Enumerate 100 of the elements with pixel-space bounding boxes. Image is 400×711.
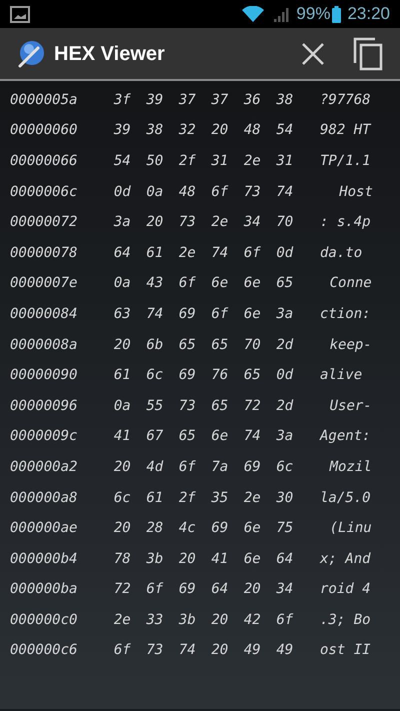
- hex-cell-text: 30: [275, 488, 294, 508]
- hex-cell-text: 65: [178, 427, 197, 446]
- ascii-cell-text: ction:: [320, 304, 371, 324]
- hex-cell-text: 41: [112, 427, 132, 446]
- hex-cell-text: 31: [210, 152, 230, 171]
- hex-cell-text: 73: [178, 396, 197, 416]
- hex-cell-text: 4d: [145, 458, 164, 477]
- hex-cell-text: 0d: [275, 244, 294, 263]
- hex-cell-text: 6c: [275, 458, 294, 477]
- hex-cell-text: 78: [112, 550, 132, 569]
- ascii-cell-text: alive: [320, 366, 362, 386]
- ascii-cell-text: Agent:: [320, 427, 371, 446]
- hex-cell-text: 54: [112, 152, 132, 171]
- ascii-cell-text: ost II: [320, 641, 371, 660]
- hex-cell-text: 64: [210, 580, 230, 600]
- offset-cell-text: 0000009c: [10, 427, 78, 446]
- hex-cell-text: 0a: [145, 182, 164, 202]
- hex-cell-text: 69: [178, 580, 197, 600]
- hex-cell-text: 34: [275, 580, 294, 600]
- hex-cell-text: 74: [178, 641, 197, 660]
- hex-cell-text: 61: [145, 244, 164, 263]
- hex-cell-text: 49: [242, 641, 262, 660]
- hex-cell-text: 6c: [145, 366, 164, 386]
- hex-cell-text: 6f: [242, 244, 262, 263]
- offset-cell-text: 0000006c: [10, 182, 78, 202]
- hex-cell-text: 6f: [210, 304, 230, 324]
- hex-cell-text: 39: [145, 90, 164, 110]
- ascii-cell-text: Host: [339, 182, 373, 202]
- hex-cell-text: 43: [145, 274, 164, 294]
- hex-cell-text: 69: [210, 519, 230, 538]
- ascii-cell-text: TP/1.1: [320, 152, 371, 171]
- wifi-icon: [242, 6, 264, 22]
- hex-cell-text: 42: [242, 610, 262, 630]
- ascii-cell-text: .3; Bo: [320, 610, 371, 630]
- offset-cell-text: 00000090: [10, 366, 78, 386]
- ascii-cell-text: 982 HT: [320, 121, 371, 140]
- hex-cell-text: 3a: [112, 213, 132, 232]
- hex-cell-text: 6e: [210, 274, 230, 294]
- hex-cell-text: 6e: [242, 274, 262, 294]
- hex-cell-text: 20: [210, 641, 230, 660]
- hex-cell-text: 2e: [112, 610, 132, 630]
- copy-button[interactable]: [352, 36, 384, 70]
- hex-cell-text: 6b: [145, 336, 164, 355]
- hex-cell-text: 2e: [210, 213, 230, 232]
- hex-cell-text: 6f: [178, 274, 197, 294]
- clock-time: 23:20: [347, 3, 390, 26]
- hex-cell-text: 74: [242, 427, 262, 446]
- hex-cell-text: 41: [210, 550, 230, 569]
- hex-cell-text: 6f: [178, 458, 197, 477]
- hex-cell-text: 3b: [145, 550, 164, 569]
- hex-cell-text: 54: [275, 121, 294, 140]
- hex-cell-text: 3b: [178, 610, 197, 630]
- ascii-cell-text: x; And: [320, 550, 371, 569]
- hex-cell-text: 7a: [210, 458, 230, 477]
- hex-cell-text: 6e: [210, 427, 230, 446]
- hex-cell-text: 70: [275, 213, 294, 232]
- battery-percentage: 99%: [296, 3, 330, 26]
- hex-cell-text: 20: [242, 580, 262, 600]
- battery-icon: [332, 6, 342, 22]
- hex-cell-text: 73: [145, 641, 164, 660]
- offset-cell-text: 000000a2: [10, 458, 78, 477]
- hex-cell-text: 69: [178, 304, 197, 324]
- hex-cell-text: 2e: [242, 152, 262, 171]
- hex-cell-text: 6c: [112, 488, 132, 508]
- hex-cell-text: 2f: [178, 488, 197, 508]
- hex-cell-text: 65: [210, 336, 230, 355]
- signal-icon: [274, 6, 290, 22]
- hex-cell-text: 20: [112, 519, 132, 538]
- offset-cell-text: 0000007e: [10, 274, 78, 294]
- hex-cell-text: 55: [145, 396, 164, 416]
- hex-cell-text: 0a: [112, 274, 132, 294]
- hex-cell-text: 37: [210, 90, 230, 110]
- offset-cell-text: 000000c0: [10, 610, 78, 630]
- hex-cell-text: 73: [242, 182, 262, 202]
- hex-cell-text: 20: [178, 550, 197, 569]
- hex-cell-text: 20: [210, 121, 230, 140]
- ascii-cell-text: la/5.0: [320, 488, 371, 508]
- hex-cell-text: 4c: [178, 519, 197, 538]
- offset-cell-text: 0000005a: [10, 90, 78, 110]
- hex-cell-text: 38: [145, 121, 164, 140]
- hex-cell-text: 2d: [275, 396, 294, 416]
- hex-cell-text: 61: [112, 366, 132, 386]
- hex-cell-text: 69: [242, 458, 262, 477]
- hex-cell-text: 63: [112, 304, 132, 324]
- hex-cell-text: 33: [145, 610, 164, 630]
- hex-cell-text: 64: [275, 550, 294, 569]
- hex-cell-text: 2e: [178, 244, 197, 263]
- hex-cell-text: 50: [145, 152, 164, 171]
- offset-cell-text: 00000072: [10, 213, 78, 232]
- hex-cell-text: 65: [178, 336, 197, 355]
- hex-cell-text: 6f: [112, 641, 132, 660]
- hex-cell-text: 3a: [275, 427, 294, 446]
- ascii-cell-text: (Linu: [330, 519, 372, 538]
- hex-cell-text: 2f: [178, 152, 197, 171]
- offset-cell-text: 000000a8: [10, 488, 78, 508]
- hex-cell-text: 3f: [112, 90, 132, 110]
- ascii-cell-text: Conne: [330, 274, 372, 294]
- hex-cell-text: 69: [178, 366, 197, 386]
- ascii-cell-text: Mozil: [330, 458, 372, 477]
- offset-cell-text: 00000066: [10, 152, 78, 171]
